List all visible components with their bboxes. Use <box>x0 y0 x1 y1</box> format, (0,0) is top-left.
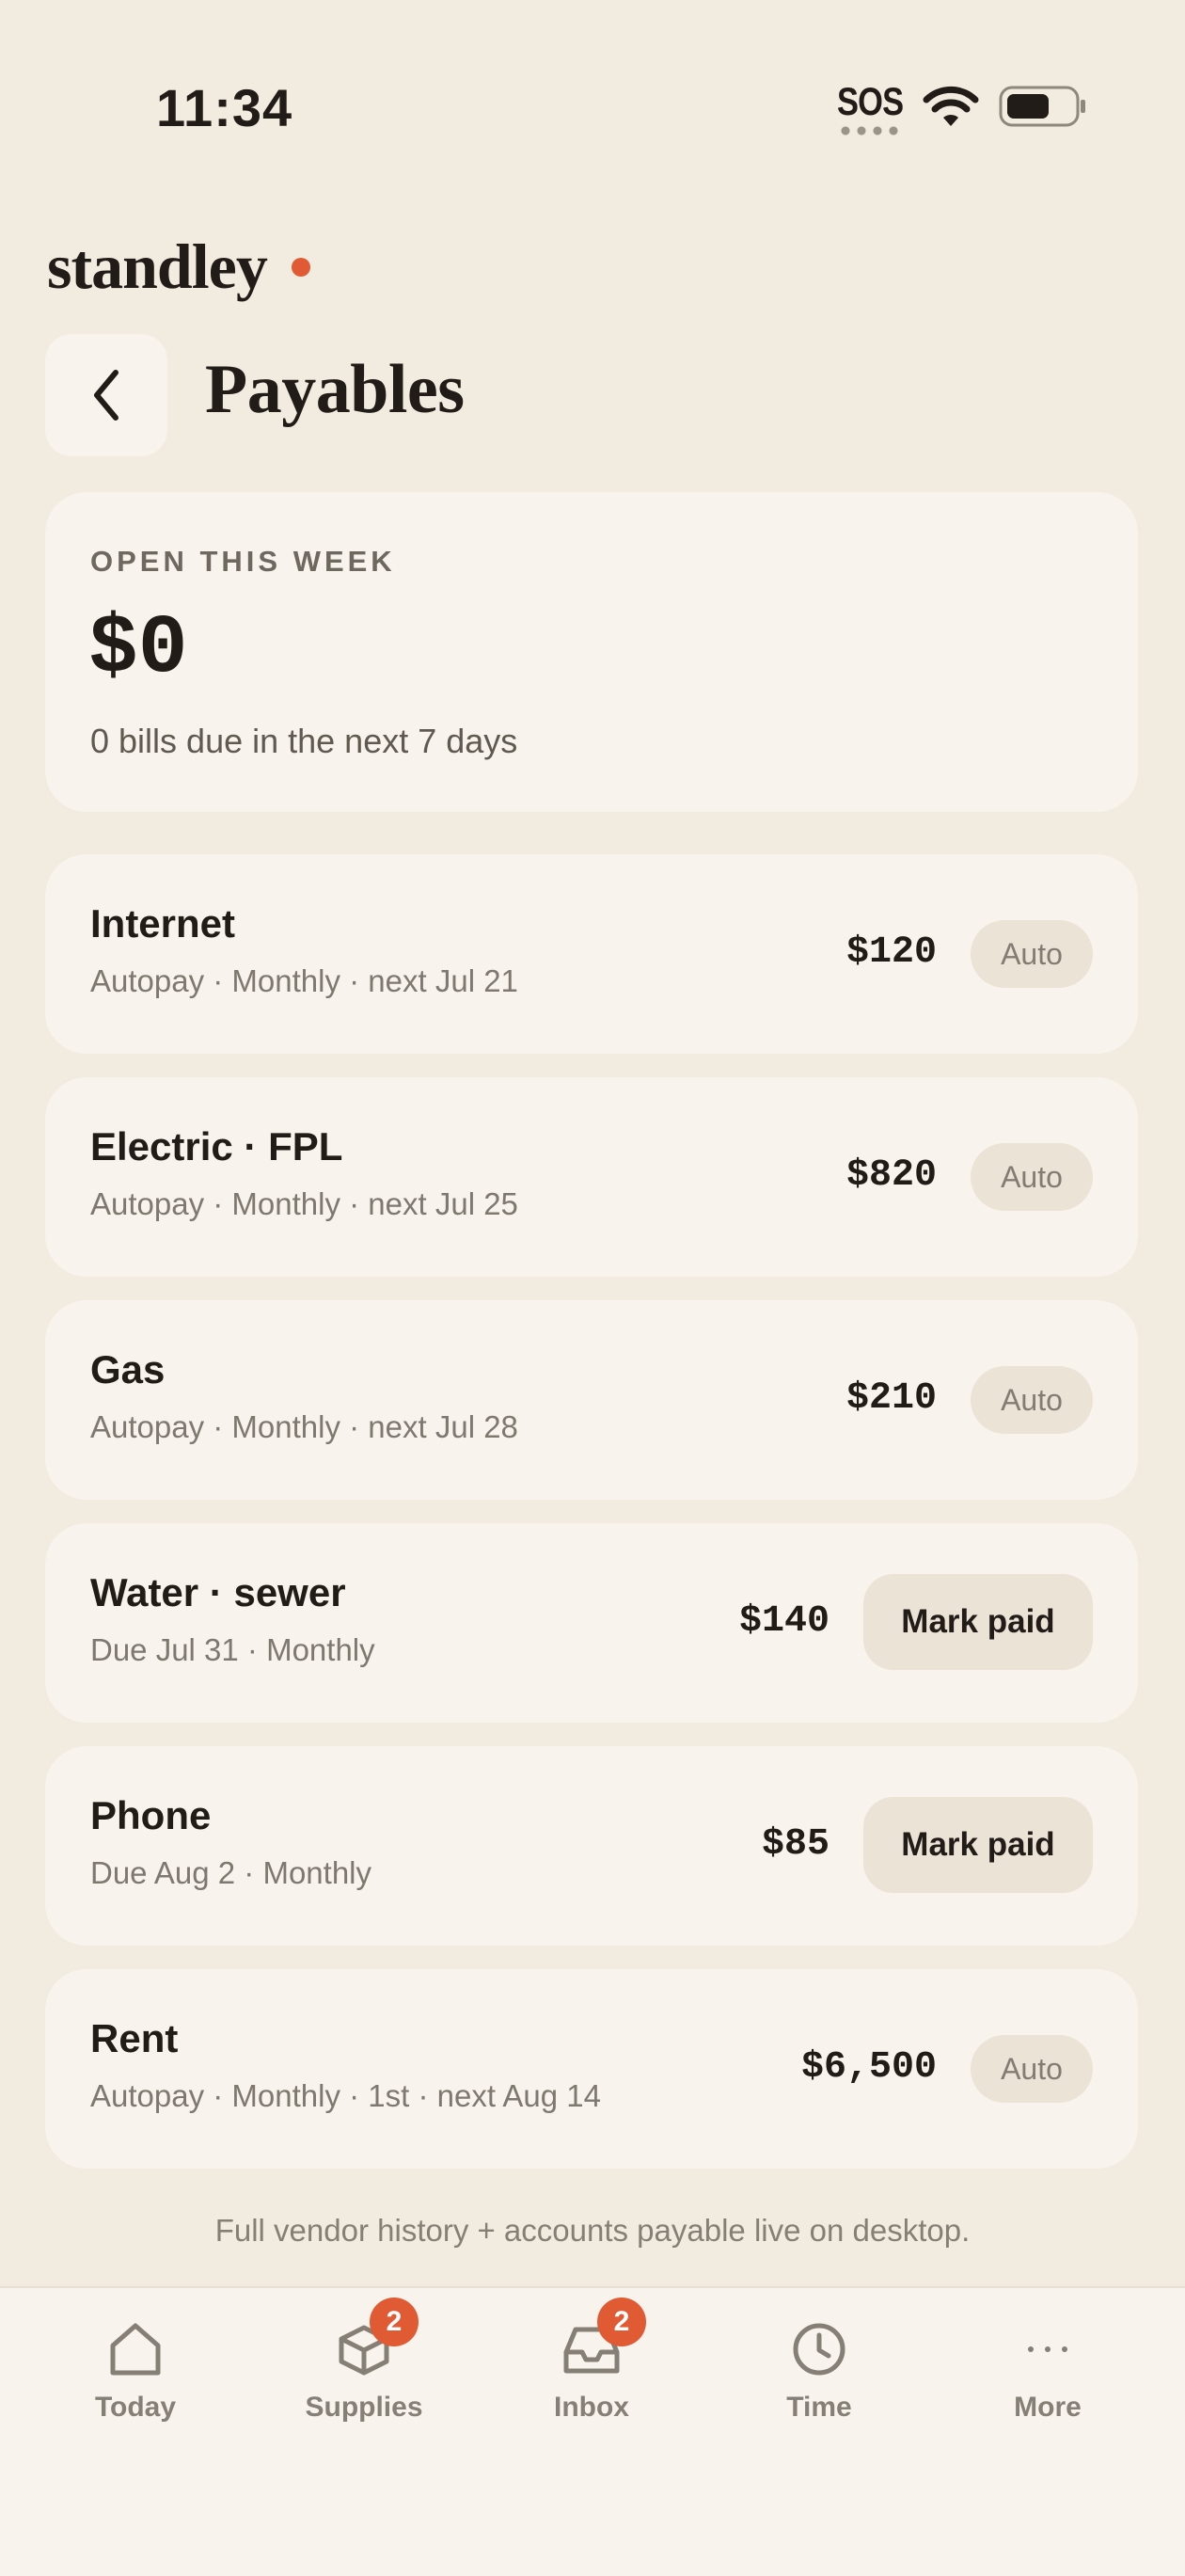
bill-name: Electric · FPL <box>90 1124 343 1169</box>
tab-label: More <box>1014 2392 1082 2423</box>
tab-label: Time <box>786 2392 852 2423</box>
bill-amount: $6,500 <box>800 2046 937 2089</box>
bill-name: Rent <box>90 2016 179 2060</box>
battery-icon <box>999 86 1085 127</box>
footer-note: Full vendor history + accounts payable l… <box>214 2213 971 2248</box>
mark-paid-button[interactable]: Mark paid <box>863 1574 1093 1670</box>
tab-label: Inbox <box>554 2392 629 2423</box>
brand-dot <box>292 258 310 277</box>
bill-meta: Due Aug 2 · Monthly <box>90 1855 371 1890</box>
chevron-left-icon <box>94 370 118 421</box>
bill-card-gas[interactable]: Gas Autopay · Monthly · next Jul 28 $210… <box>45 1300 1138 1500</box>
bill-name: Phone <box>90 1793 212 1837</box>
bill-amount: $140 <box>738 1600 830 1643</box>
bill-amount: $820 <box>845 1154 937 1197</box>
brand-logo: standley <box>47 231 268 302</box>
tab-inbox[interactable]: 2 Inbox <box>498 2288 686 2476</box>
tab-today[interactable]: Today <box>41 2288 229 2476</box>
tab-label: Today <box>94 2392 177 2423</box>
bill-name: Internet <box>90 901 236 946</box>
bill-meta: Autopay · Monthly · next Jul 28 <box>90 1409 518 1444</box>
home-icon <box>110 2323 161 2376</box>
autopay-badge: Auto <box>971 1143 1093 1211</box>
autopay-badge: Auto <box>971 920 1093 988</box>
inbox-badge: 2 <box>597 2298 646 2346</box>
bill-card-phone[interactable]: Phone Due Aug 2 · Monthly $85 Mark paid <box>45 1746 1138 1946</box>
bill-card-internet[interactable]: Internet Autopay · Monthly · next Jul 21… <box>45 854 1138 1054</box>
tab-more[interactable]: More <box>954 2288 1142 2476</box>
tab-label: Supplies <box>305 2392 423 2423</box>
summary-amount: $0 <box>88 603 188 696</box>
sos-indicator: SOS <box>837 81 905 137</box>
bill-card-water[interactable]: Water · sewer Due Jul 31 · Monthly $140 … <box>45 1523 1138 1723</box>
signal-dots-icon <box>841 126 901 135</box>
tab-time[interactable]: Time <box>725 2288 913 2476</box>
ellipsis-icon <box>1028 2346 1067 2352</box>
bill-meta: Due Jul 31 · Monthly <box>90 1632 375 1667</box>
bill-card-rent[interactable]: Rent Autopay · Monthly · 1st · next Aug … <box>45 1969 1138 2169</box>
summary-card: OPEN THIS WEEK $0 0 bills due in the nex… <box>45 492 1138 812</box>
sos-label: SOS <box>837 79 904 123</box>
wifi-icon <box>923 86 979 126</box>
bill-meta: Autopay · Monthly · next Jul 25 <box>90 1186 518 1221</box>
tab-bar: Today 2 Supplies 2 Inbox Time More <box>0 2286 1185 2576</box>
bill-amount: $120 <box>845 931 937 974</box>
summary-label: OPEN THIS WEEK <box>90 545 396 578</box>
supplies-badge: 2 <box>370 2298 419 2346</box>
status-bar: 11:34 SOS <box>0 0 1185 216</box>
clock-icon <box>793 2323 845 2376</box>
tab-supplies[interactable]: 2 Supplies <box>270 2288 458 2476</box>
autopay-badge: Auto <box>971 2035 1093 2103</box>
mark-paid-button[interactable]: Mark paid <box>863 1797 1093 1893</box>
bill-amount: $210 <box>845 1377 937 1420</box>
bill-meta: Autopay · Monthly · next Jul 21 <box>90 963 518 998</box>
page-title: Payables <box>205 351 465 428</box>
bill-name: Water · sewer <box>90 1570 346 1614</box>
bill-name: Gas <box>90 1347 166 1391</box>
summary-subtitle: 0 bills due in the next 7 days <box>90 722 518 760</box>
bill-meta: Autopay · Monthly · 1st · next Aug 14 <box>90 2078 601 2113</box>
status-time: 11:34 <box>156 78 293 137</box>
bill-amount: $85 <box>761 1823 830 1866</box>
back-button[interactable] <box>45 334 167 456</box>
bill-card-electric[interactable]: Electric · FPL Autopay · Monthly · next … <box>45 1077 1138 1277</box>
autopay-badge: Auto <box>971 1366 1093 1434</box>
